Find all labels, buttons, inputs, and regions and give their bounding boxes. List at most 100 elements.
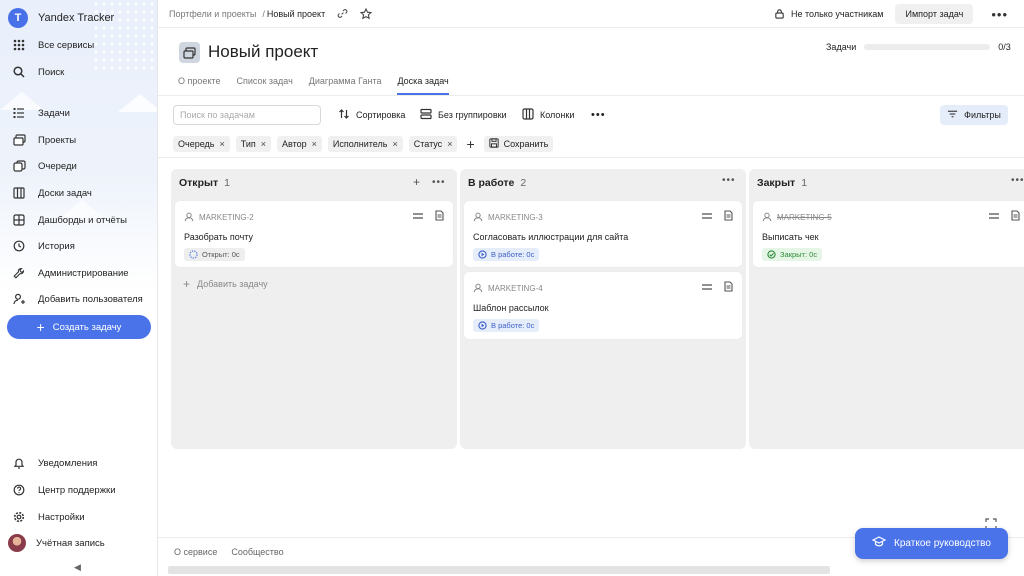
task-summary[interactable]: Выписать чек — [762, 232, 819, 242]
filter-chip-author[interactable]: Автор × — [277, 136, 322, 152]
add-task-button[interactable]: + Добавить задачу — [183, 277, 268, 291]
column-actions: + ••• — [413, 175, 446, 189]
grouping-icon — [420, 108, 432, 122]
tab-task-list[interactable]: Список задач — [236, 76, 292, 95]
sidebar-item-add-user[interactable]: Добавить пользователя — [12, 290, 152, 308]
horizontal-scrollbar[interactable] — [168, 566, 830, 574]
search-input[interactable] — [173, 105, 321, 125]
star-icon[interactable] — [359, 7, 373, 21]
sort-label: Сортировка — [356, 110, 406, 120]
sidebar-item-label: Поиск — [38, 66, 65, 78]
sidebar-item-label: Добавить пользователя — [38, 293, 143, 305]
collapse-sidebar-icon[interactable]: ◀ — [74, 562, 81, 573]
status-badge: В работе: 0с — [473, 248, 540, 261]
sidebar-item-account[interactable]: Учётная запись — [8, 534, 148, 552]
column-count: 1 — [224, 177, 230, 189]
board-column-closed: Закрыт 1 ••• MARKETING-5 Выписать чек За… — [749, 169, 1024, 449]
chip-label: Автор — [282, 139, 307, 149]
breadcrumb-current: Новый проект — [266, 8, 326, 19]
sidebar-item-support[interactable]: Центр поддержки — [12, 481, 152, 499]
status-badge: В работе: 0с — [473, 319, 540, 332]
task-card[interactable]: MARKETING-5 Выписать чек Закрыт: 0с — [753, 201, 1024, 267]
create-task-button[interactable]: + Создать задачу — [7, 315, 151, 339]
chip-label: Статус — [413, 139, 443, 149]
task-summary[interactable]: Разобрать почту — [184, 232, 253, 242]
column-more-icon[interactable]: ••• — [722, 175, 736, 186]
breadcrumb-parent[interactable]: Портфели и проекты — [169, 9, 256, 19]
task-summary[interactable]: Согласовать иллюстрации для сайта — [473, 232, 628, 242]
footer-link-community[interactable]: Сообщество — [231, 547, 283, 557]
add-task-icon[interactable]: + — [413, 175, 420, 189]
task-card[interactable]: MARKETING-2 Разобрать почту Открыт: 0с — [175, 201, 453, 267]
app-logo[interactable]: T Yandex Tracker — [8, 8, 114, 28]
bell-icon — [12, 456, 26, 470]
sidebar-item-queues[interactable]: Очереди — [12, 157, 152, 175]
queues-icon — [12, 159, 26, 173]
task-progress: Задачи 0/3 — [826, 42, 1011, 52]
sidebar-item-label: История — [38, 240, 75, 252]
more-icon[interactable]: ••• — [991, 7, 1008, 22]
task-card[interactable]: MARKETING-4 Шаблон рассылок В работе: 0с — [464, 272, 742, 339]
tab-gantt[interactable]: Диаграмма Ганта — [309, 76, 382, 95]
filter-chip-type[interactable]: Тип × — [235, 136, 271, 152]
sidebar-item-search[interactable]: Поиск — [12, 63, 152, 81]
save-label: Сохранить — [503, 139, 549, 149]
close-icon[interactable]: × — [312, 139, 317, 149]
column-actions: ••• — [1011, 175, 1024, 186]
sidebar-item-boards[interactable]: Доски задач — [12, 184, 152, 202]
task-key-text: MARKETING-3 — [488, 212, 543, 222]
filters-button[interactable]: Фильтры — [940, 105, 1008, 125]
filter-chip-status[interactable]: Статус × — [408, 136, 458, 152]
sidebar-item-settings[interactable]: Настройки — [12, 508, 152, 526]
columns-button[interactable]: Колонки — [522, 105, 574, 125]
assignee-icon — [473, 212, 483, 222]
close-icon[interactable]: × — [447, 139, 452, 149]
import-tasks-button[interactable]: Импорт задач — [895, 4, 974, 24]
task-summary[interactable]: Шаблон рассылок — [473, 303, 549, 313]
tab-task-board[interactable]: Доска задач — [397, 76, 449, 95]
task-card[interactable]: MARKETING-3 Согласовать иллюстрации для … — [464, 201, 742, 267]
toolbar-more-icon[interactable]: ••• — [591, 105, 606, 125]
sidebar-item-label: Администрирование — [38, 267, 129, 279]
sidebar-item-projects[interactable]: Проекты — [12, 131, 152, 149]
progress-label: Задачи — [826, 42, 857, 52]
sidebar-item-tasks[interactable]: Задачи — [12, 104, 152, 122]
task-key: MARKETING-4 — [473, 283, 543, 293]
help-icon — [12, 483, 26, 497]
status-text: Закрыт: 0с — [780, 250, 818, 259]
priority-icon — [989, 212, 999, 219]
lock-icon — [774, 8, 785, 21]
footer-link-about[interactable]: О сервисе — [174, 547, 217, 557]
close-icon[interactable]: × — [392, 139, 397, 149]
sidebar-item-history[interactable]: История — [12, 237, 152, 255]
sidebar-item-notifications[interactable]: Уведомления — [12, 454, 152, 472]
save-filter-button[interactable]: Сохранить — [483, 136, 554, 152]
dashboards-icon — [12, 213, 26, 227]
gear-icon — [12, 510, 26, 524]
column-more-icon[interactable]: ••• — [1011, 175, 1024, 186]
column-header: В работе 2 — [468, 177, 526, 189]
sidebar-item-label: Проекты — [38, 134, 77, 146]
progress-track — [864, 44, 991, 50]
quick-guide-button[interactable]: Краткое руководство — [855, 528, 1008, 559]
add-filter-icon[interactable]: + — [463, 136, 477, 152]
sidebar-item-dashboards[interactable]: Дашборды и отчёты — [12, 211, 152, 229]
filter-chip-queue[interactable]: Очередь × — [173, 136, 230, 152]
close-icon[interactable]: × — [219, 139, 224, 149]
filter-chips: Очередь × Тип × Автор × Исполнитель × Статус… — [173, 136, 554, 152]
grouping-button[interactable]: Без группировки — [420, 105, 507, 125]
column-count: 2 — [520, 177, 527, 189]
logo-icon: T — [8, 8, 28, 28]
tab-about[interactable]: О проекте — [178, 76, 220, 95]
access-toggle[interactable]: Не только участникам — [774, 8, 883, 21]
avatar — [8, 534, 26, 552]
sidebar-item-administration[interactable]: Администрирование — [12, 264, 152, 282]
quick-guide-label: Краткое руководство — [894, 538, 991, 549]
sort-button[interactable]: Сортировка — [338, 105, 405, 125]
close-icon[interactable]: × — [261, 139, 266, 149]
filter-chip-assignee[interactable]: Исполнитель × — [327, 136, 403, 152]
column-more-icon[interactable]: ••• — [432, 177, 446, 188]
sidebar-item-all-services[interactable]: Все сервисы — [12, 36, 152, 54]
link-icon[interactable] — [335, 7, 349, 21]
column-header: Открыт 1 — [179, 177, 230, 189]
